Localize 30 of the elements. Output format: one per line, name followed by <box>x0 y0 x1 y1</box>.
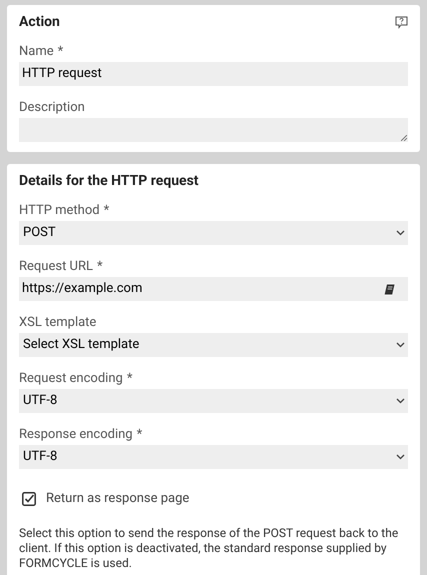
select-field[interactable]: POST <box>19 221 408 245</box>
section-title: Action <box>19 13 60 32</box>
field-label: Description <box>19 99 85 116</box>
resize-handle-icon[interactable] <box>401 135 407 141</box>
required-mark: * <box>104 202 110 219</box>
required-mark: * <box>126 370 132 387</box>
chevron-down-icon <box>396 230 405 236</box>
section-title: Details for the HTTP request <box>19 172 199 191</box>
field-label: Request encoding <box>19 370 123 387</box>
help-icon[interactable] <box>395 16 408 29</box>
checkbox[interactable] <box>22 492 36 506</box>
required-mark: * <box>58 43 64 60</box>
chevron-down-icon <box>396 454 405 460</box>
checkbox-label: Return as response page <box>46 490 190 508</box>
field-label: XSL template <box>19 314 96 331</box>
chevron-down-icon <box>396 398 405 404</box>
text-field[interactable]: HTTP request <box>19 62 408 86</box>
select-field[interactable]: UTF-8 <box>19 445 408 469</box>
book-icon[interactable] <box>384 284 395 294</box>
help-text: Select this option to send the response of the POST request back to the client. If this option is deactivated, the standard response supplied by FORMCYCLE is used. <box>19 526 400 570</box>
select-field[interactable]: UTF-8 <box>19 389 408 413</box>
field-label: HTTP method <box>19 202 100 219</box>
required-mark: * <box>136 426 142 443</box>
required-mark: * <box>96 258 103 275</box>
field-label: Request URL <box>19 258 93 275</box>
url-field[interactable]: https://example.com <box>19 277 408 301</box>
field-label: Response encoding <box>19 426 133 443</box>
field-label: Name <box>19 43 54 60</box>
select-field[interactable]: Select XSL template <box>19 333 408 357</box>
chevron-down-icon <box>396 342 405 348</box>
